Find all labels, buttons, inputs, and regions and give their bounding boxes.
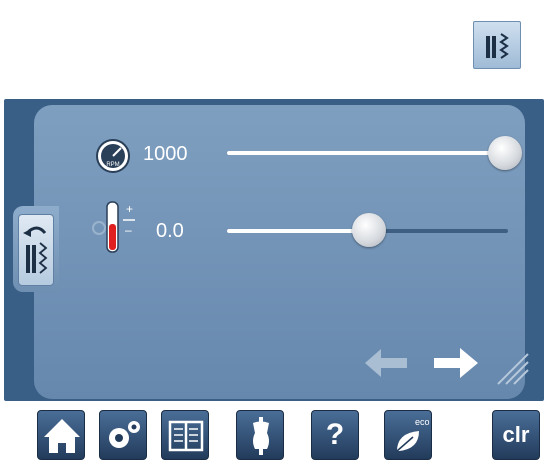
setup-button[interactable] xyxy=(99,410,147,460)
clr-icon: clr xyxy=(502,422,530,447)
stitch-width-icon xyxy=(486,33,509,59)
creative-consultant-button[interactable] xyxy=(236,410,284,460)
speed-value: 1000 xyxy=(143,143,188,165)
tutorial-button[interactable] xyxy=(161,410,209,460)
thread-tension-icon: + – xyxy=(92,201,135,253)
svg-text:eco: eco xyxy=(415,417,430,427)
arrow-left-icon[interactable] xyxy=(363,345,411,381)
gears-icon xyxy=(109,421,140,448)
speed-slider-fill xyxy=(227,151,508,155)
home-icon xyxy=(44,419,80,453)
clear-button[interactable]: clr xyxy=(492,410,540,460)
svg-text:+: + xyxy=(126,202,133,216)
resize-grip-icon xyxy=(497,353,529,385)
eco-button[interactable]: eco xyxy=(384,410,432,460)
stitch-width-button[interactable] xyxy=(473,21,521,69)
book-icon xyxy=(168,420,204,452)
dress-form-icon xyxy=(253,417,269,455)
rpm-gauge-icon: RPM xyxy=(96,139,130,173)
question-icon: ? xyxy=(325,418,345,451)
help-button[interactable]: ? xyxy=(311,410,359,460)
tension-slider-knob[interactable] xyxy=(352,213,386,247)
speed-slider-knob[interactable] xyxy=(488,136,522,170)
home-button[interactable] xyxy=(37,410,85,460)
tension-slider-fill xyxy=(227,229,368,233)
back-stitch-button[interactable] xyxy=(18,214,54,286)
back-stitch-icon xyxy=(23,226,48,274)
tension-value: 0.0 xyxy=(156,220,184,242)
speed-slider-track[interactable] xyxy=(227,151,508,155)
eco-leaf-icon: eco xyxy=(396,417,430,452)
svg-text:–: – xyxy=(125,223,132,237)
svg-text:RPM: RPM xyxy=(106,162,119,168)
arrow-right-icon[interactable] xyxy=(430,345,480,381)
